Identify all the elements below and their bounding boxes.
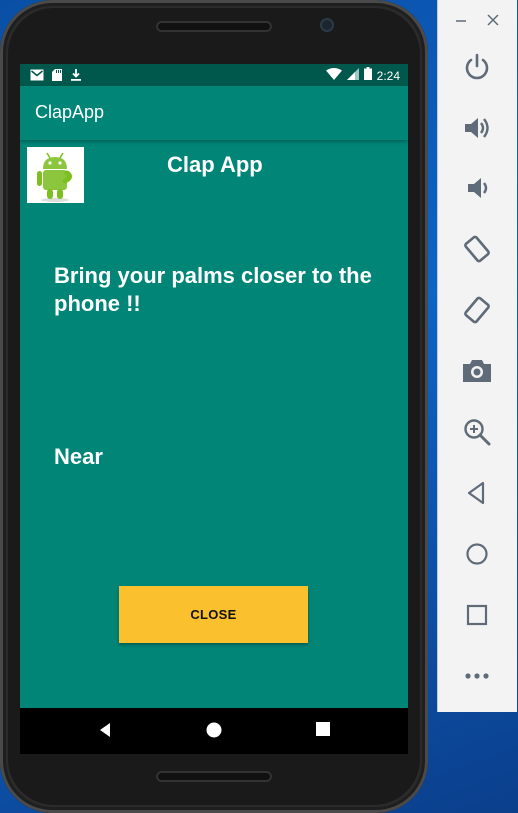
rotate-left-icon[interactable] bbox=[456, 229, 498, 269]
top-speaker bbox=[156, 21, 272, 32]
sd-card-icon bbox=[52, 68, 62, 86]
android-logo bbox=[27, 147, 84, 203]
minimize-icon[interactable] bbox=[455, 12, 467, 33]
more-icon[interactable] bbox=[456, 656, 498, 696]
status-time: 2:24 bbox=[376, 69, 400, 83]
page-heading: Clap App bbox=[167, 152, 263, 177]
home-icon[interactable] bbox=[456, 534, 498, 574]
close-icon[interactable] bbox=[487, 13, 499, 32]
camera-icon[interactable] bbox=[456, 351, 498, 391]
front-camera bbox=[322, 20, 332, 30]
download-icon bbox=[70, 68, 82, 86]
back-icon[interactable] bbox=[456, 473, 498, 513]
volume-up-icon[interactable] bbox=[456, 108, 498, 148]
gmail-icon bbox=[30, 68, 44, 86]
emulator-toolbar bbox=[437, 0, 517, 712]
signal-icon bbox=[346, 67, 359, 85]
bottom-speaker bbox=[156, 771, 272, 782]
overview-icon[interactable] bbox=[456, 595, 498, 635]
nav-home-icon[interactable] bbox=[206, 722, 222, 743]
power-icon[interactable] bbox=[456, 47, 498, 87]
zoom-icon[interactable] bbox=[456, 412, 498, 452]
nav-back-icon[interactable] bbox=[98, 722, 112, 743]
wifi-icon bbox=[325, 67, 342, 85]
app-bar: ClapApp bbox=[20, 86, 408, 140]
rotate-right-icon[interactable] bbox=[456, 290, 498, 330]
status-bar: 2:24 bbox=[20, 64, 408, 86]
volume-down-icon[interactable] bbox=[456, 168, 498, 208]
app-title: ClapApp bbox=[35, 102, 105, 122]
close-button[interactable]: CLOSE bbox=[119, 586, 308, 643]
android-nav-bar bbox=[20, 708, 408, 754]
instruction-text: Bring your palms closer to the phone !! bbox=[54, 263, 372, 316]
nav-overview-icon[interactable] bbox=[316, 722, 330, 741]
device-screen: 2:24 ClapApp Clap App Bring your palms c… bbox=[20, 64, 408, 708]
proximity-status: Near bbox=[54, 444, 103, 469]
battery-icon bbox=[363, 67, 372, 85]
